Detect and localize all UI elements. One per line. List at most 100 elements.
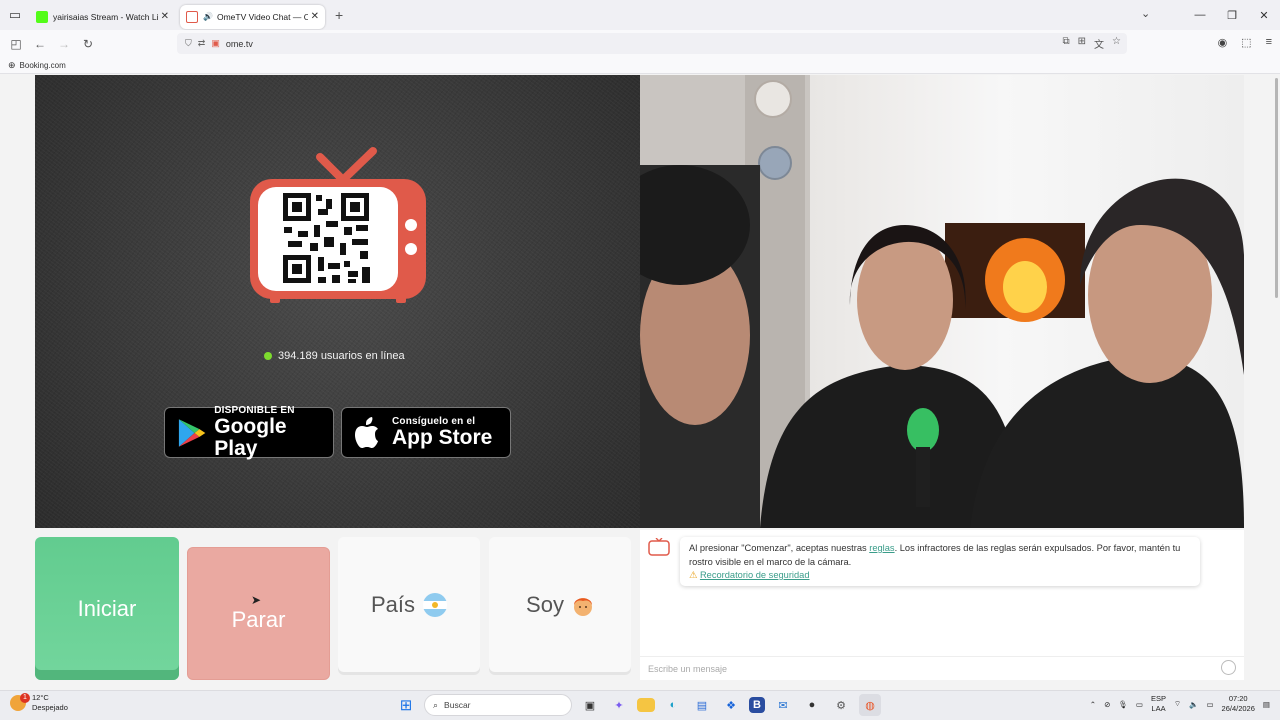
weather-widget[interactable]: 1 12°C Despejado bbox=[10, 693, 68, 713]
nav-bar: ◰ ← → ↻ ⛉ ⇄ ▣ ome.tv ⧉ ⊞ 文 ☆ ◉ ⬚ ≡ bbox=[0, 30, 1280, 57]
tab-ometv[interactable]: 🔊 OmeTV Video Chat — Ome ✕ bbox=[180, 4, 325, 29]
sidebar-icon[interactable]: ◰ bbox=[4, 37, 28, 51]
notifications-icon[interactable]: ▤ bbox=[1263, 700, 1270, 709]
scrollbar[interactable] bbox=[1274, 74, 1280, 690]
network-off-icon[interactable]: ⊘ bbox=[1104, 700, 1110, 709]
tab-list-icon[interactable]: ▭ bbox=[0, 7, 30, 23]
url-actions: ⧉ ⊞ 文 ☆ bbox=[1063, 36, 1122, 51]
page-content: 394.189 usuarios en línea DISPONIBLE EN … bbox=[0, 74, 1280, 690]
app-notification-icon[interactable]: ● bbox=[801, 694, 823, 716]
system-tray: ⌃ ⊘ 🎙 ▭ ESP LAA ⌔ 🔈 ▭ 07:20 26/4/2026 ▤ bbox=[1090, 694, 1270, 714]
store-icon[interactable]: ▤ bbox=[691, 694, 713, 716]
translate-icon[interactable]: 文 bbox=[1094, 36, 1104, 51]
temperature: 12°C bbox=[32, 693, 49, 702]
close-tab-icon[interactable]: ✕ bbox=[311, 11, 319, 22]
online-text: 394.189 usuarios en línea bbox=[278, 350, 405, 362]
forward-icon[interactable]: → bbox=[52, 37, 76, 51]
notice-prefix: Al presionar "Comenzar", aceptas nuestra… bbox=[689, 543, 870, 553]
extensions-icon[interactable]: ⬚ bbox=[1241, 36, 1251, 49]
copilot-icon[interactable]: ✦ bbox=[608, 694, 630, 716]
search-icon: ⌕ bbox=[433, 699, 439, 710]
start-button[interactable]: Iniciar bbox=[35, 537, 179, 680]
boy-emoji-icon bbox=[573, 597, 592, 616]
task-view-icon[interactable]: ▣ bbox=[579, 694, 601, 716]
camera-icon[interactable]: ▣ bbox=[211, 38, 220, 49]
permissions-icon[interactable]: ⇄ bbox=[198, 38, 206, 49]
firefox-icon[interactable]: ◍ bbox=[859, 694, 881, 716]
volume-icon[interactable]: 🔈 bbox=[1189, 700, 1198, 709]
language-indicator[interactable]: ESP LAA bbox=[1151, 694, 1166, 714]
chat-panel: Al presionar "Comenzar", aceptas nuestra… bbox=[640, 530, 1244, 680]
clock[interactable]: 07:20 26/4/2026 bbox=[1222, 694, 1255, 714]
emoji-picker-icon[interactable] bbox=[1221, 660, 1236, 675]
weather-badge: 1 bbox=[20, 693, 30, 703]
rules-notice: Al presionar "Comenzar", aceptas nuestra… bbox=[680, 537, 1200, 586]
wifi-icon[interactable]: ⌔ bbox=[1174, 699, 1181, 709]
country-button[interactable]: País bbox=[338, 537, 480, 672]
minimize-icon[interactable]: — bbox=[1184, 9, 1216, 21]
google-play-big-text: Google Play bbox=[214, 415, 287, 460]
gender-button[interactable]: Soy bbox=[489, 537, 631, 672]
globe-icon: ⊕ bbox=[8, 59, 16, 70]
outlook-icon[interactable]: ✉ bbox=[772, 694, 794, 716]
chevron-down-icon[interactable]: ⌄ bbox=[1141, 7, 1150, 20]
address-bar[interactable]: ⛉ ⇄ ▣ ome.tv ⧉ ⊞ 文 ☆ bbox=[177, 33, 1127, 54]
safety-reminder-link[interactable]: Recordatorio de seguridad bbox=[700, 570, 810, 580]
partner-video bbox=[640, 75, 1244, 528]
stop-button[interactable]: Parar bbox=[187, 547, 330, 680]
windows-start-icon[interactable]: ⊞ bbox=[395, 694, 417, 716]
show-hidden-icons-icon[interactable]: ⌃ bbox=[1090, 700, 1096, 709]
bookmarks-bar: ⊕ Booking.com bbox=[0, 57, 1280, 74]
rules-link[interactable]: reglas bbox=[869, 543, 894, 553]
message-input[interactable]: Escribe un mensaje bbox=[640, 656, 1244, 680]
windows-taskbar: 1 12°C Despejado ⊞ ⌕ Buscar ▣ ✦ ◐ ▤ ❖ B … bbox=[0, 690, 1280, 720]
b-app-icon[interactable]: B bbox=[749, 697, 765, 713]
close-window-icon[interactable]: ✕ bbox=[1248, 9, 1280, 22]
settings-icon[interactable]: ⚙ bbox=[830, 694, 852, 716]
back-icon[interactable]: ← bbox=[28, 37, 52, 51]
close-tab-icon[interactable]: ✕ bbox=[161, 11, 169, 22]
search-placeholder: Buscar bbox=[444, 700, 471, 710]
mouse-cursor-icon: ➤ bbox=[251, 593, 262, 607]
scrollbar-thumb[interactable] bbox=[1275, 78, 1278, 298]
shield-icon[interactable]: ⛉ bbox=[185, 38, 192, 49]
gender-label: Soy bbox=[526, 591, 564, 617]
taskbar-search[interactable]: ⌕ Buscar bbox=[424, 694, 572, 716]
taskbar-apps: ⊞ ⌕ Buscar ▣ ✦ ◐ ▤ ❖ B ✉ ● ⚙ ◍ bbox=[395, 694, 881, 716]
promo-pane: 394.189 usuarios en línea DISPONIBLE EN … bbox=[35, 75, 640, 528]
bookmark-star-icon[interactable]: ☆ bbox=[1112, 36, 1121, 51]
google-play-button[interactable]: DISPONIBLE EN Google Play bbox=[164, 405, 334, 460]
restore-icon[interactable]: ❐ bbox=[1216, 9, 1248, 22]
tab-title: yairisaias Stream - Watch Live o bbox=[53, 11, 158, 22]
app-store-big-text: App Store bbox=[392, 426, 493, 449]
country-label: País bbox=[370, 591, 416, 617]
online-dot-icon bbox=[264, 352, 272, 360]
menu-icon[interactable]: ≡ bbox=[1266, 36, 1272, 49]
tab-stream[interactable]: yairisaias Stream - Watch Live o ✕ bbox=[30, 5, 175, 29]
dropbox-icon[interactable]: ❖ bbox=[720, 694, 742, 716]
chat-bubble-icon[interactable]: ▭ bbox=[1136, 700, 1143, 709]
lang-top: ESP bbox=[1151, 694, 1167, 703]
edge-icon[interactable]: ◐ bbox=[662, 694, 684, 716]
tv-qr-logo bbox=[250, 147, 426, 303]
picture-in-picture-icon[interactable]: ⧉ bbox=[1063, 36, 1070, 51]
microphone-icon[interactable]: 🎙 bbox=[1118, 700, 1128, 709]
tab-bar: ▭ yairisaias Stream - Watch Live o ✕ 🔊 O… bbox=[0, 0, 1280, 30]
file-explorer-icon[interactable] bbox=[637, 698, 655, 712]
app-store-button[interactable]: Consíguelo en el App Store bbox=[341, 407, 511, 458]
bookmark-booking[interactable]: Booking.com bbox=[20, 61, 66, 70]
battery-icon[interactable]: ▭ bbox=[1206, 700, 1213, 709]
new-tab-icon[interactable]: + bbox=[335, 7, 343, 23]
apple-icon bbox=[355, 416, 378, 448]
video-frame-illustration bbox=[640, 75, 1244, 528]
account-icon[interactable]: ◉ bbox=[1218, 36, 1228, 49]
start-label: Iniciar bbox=[77, 595, 137, 621]
date: 26/4/2026 bbox=[1221, 704, 1255, 713]
save-page-icon[interactable]: ⊞ bbox=[1078, 36, 1086, 51]
speaker-icon[interactable]: 🔊 bbox=[203, 12, 213, 21]
reload-icon[interactable]: ↻ bbox=[76, 37, 100, 51]
time: 07:20 bbox=[1228, 694, 1248, 703]
kick-favicon-icon bbox=[36, 10, 48, 23]
ometv-chat-logo-icon bbox=[648, 538, 670, 556]
online-counter: 394.189 usuarios en línea bbox=[264, 350, 405, 362]
